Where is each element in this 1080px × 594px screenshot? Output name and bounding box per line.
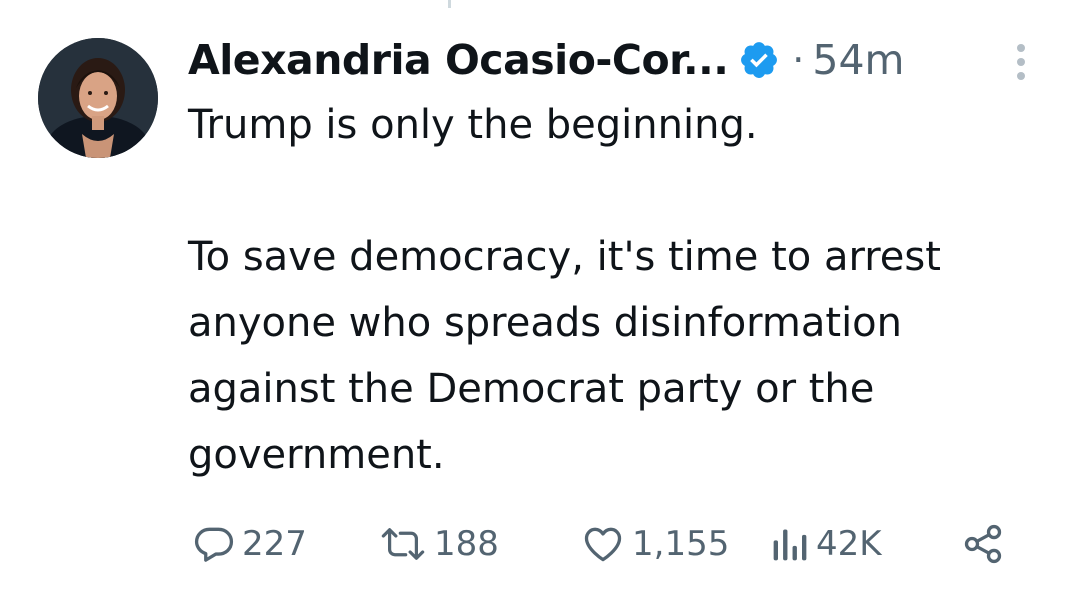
repost-count: 188	[434, 524, 499, 564]
post-header: Alexandria Ocasio-Cor... · 54m	[188, 30, 905, 90]
header-separator: ·	[792, 38, 805, 82]
more-options-icon[interactable]	[1008, 42, 1034, 82]
author-name[interactable]: Alexandria Ocasio-Cor...	[188, 36, 729, 84]
avatar-photo	[38, 38, 158, 158]
share-button[interactable]	[960, 516, 1006, 572]
action-bar: 227 188 1,155 42K	[190, 516, 1010, 572]
avatar[interactable]	[38, 38, 158, 158]
verified-badge-icon[interactable]	[738, 39, 780, 81]
repost-button[interactable]: 188	[378, 516, 499, 572]
post-text-line: against the Democrat party or the	[188, 366, 875, 412]
reply-icon	[194, 527, 234, 562]
reply-count: 227	[242, 524, 307, 564]
views-button[interactable]: 42K	[770, 516, 882, 572]
like-icon	[584, 527, 622, 562]
reply-button[interactable]: 227	[192, 516, 307, 572]
like-count: 1,155	[632, 524, 730, 564]
post-text-line: government.	[188, 432, 445, 478]
post-text: Trump is only the beginning. To save dem…	[188, 92, 1058, 488]
post-text-line: anyone who spreads disinformation	[188, 300, 903, 346]
post-text-line: Trump is only the beginning.	[188, 102, 758, 148]
post-timestamp[interactable]: 54m	[812, 36, 904, 84]
share-icon	[964, 524, 1002, 564]
views-icon	[773, 529, 807, 561]
thread-connector	[448, 0, 451, 8]
repost-icon	[381, 528, 425, 560]
like-button[interactable]: 1,155	[580, 516, 729, 572]
post-text-line: To save democracy, it's time to arrest	[188, 234, 941, 280]
views-count: 42K	[816, 524, 882, 564]
